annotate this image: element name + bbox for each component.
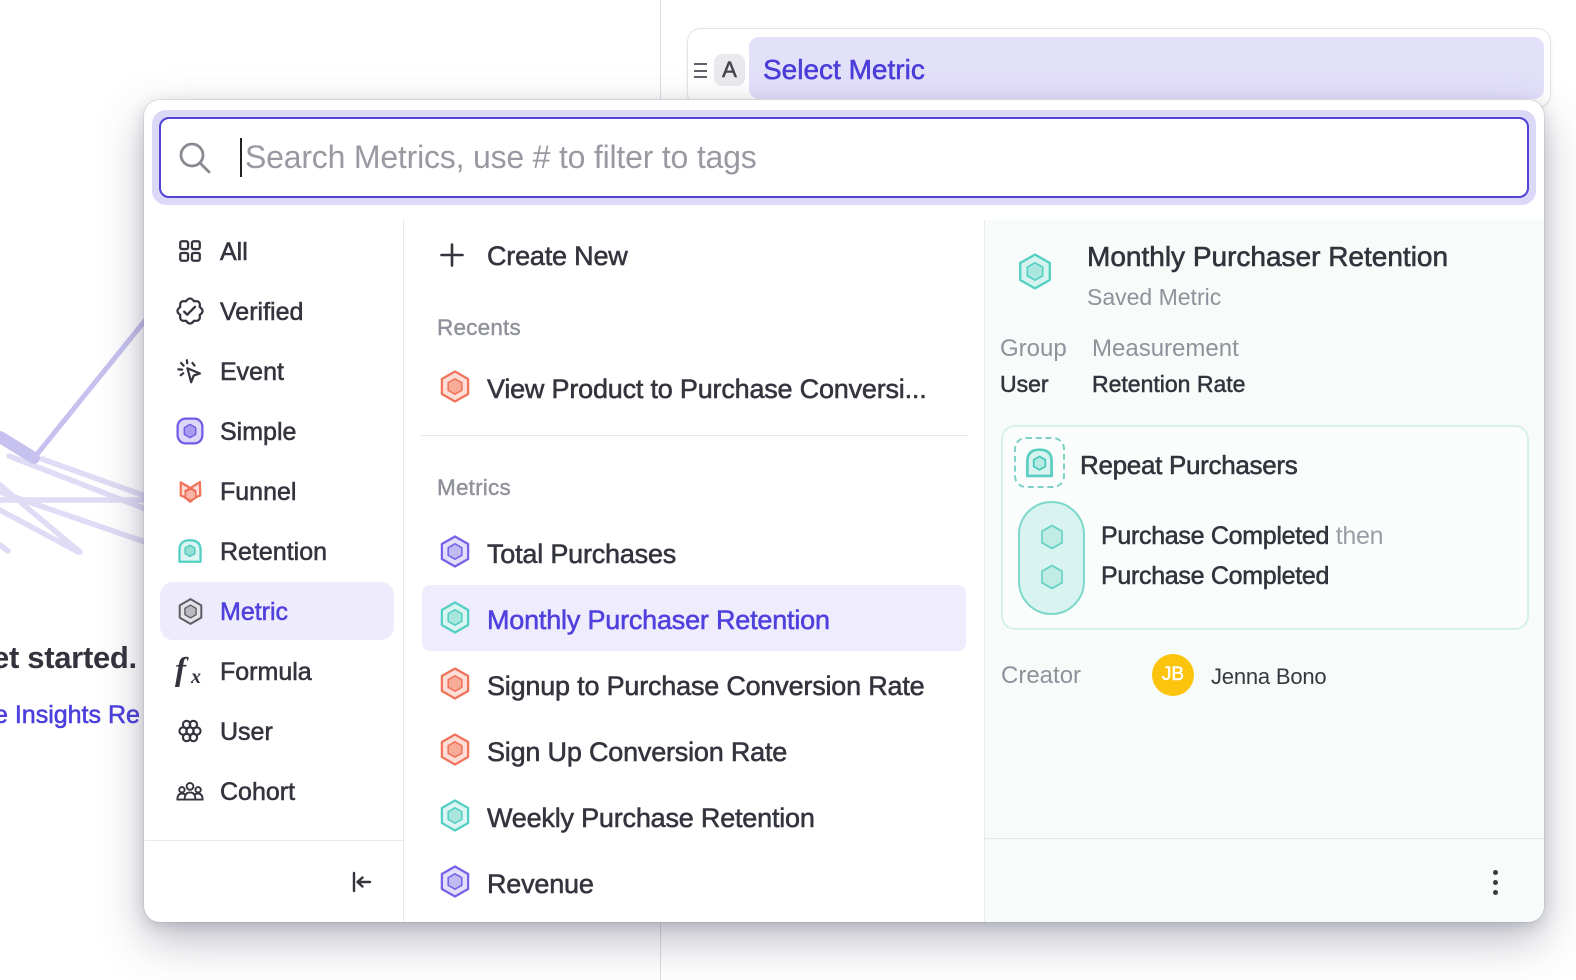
svg-text:x: x (190, 666, 201, 688)
svg-text:f: f (175, 652, 189, 688)
